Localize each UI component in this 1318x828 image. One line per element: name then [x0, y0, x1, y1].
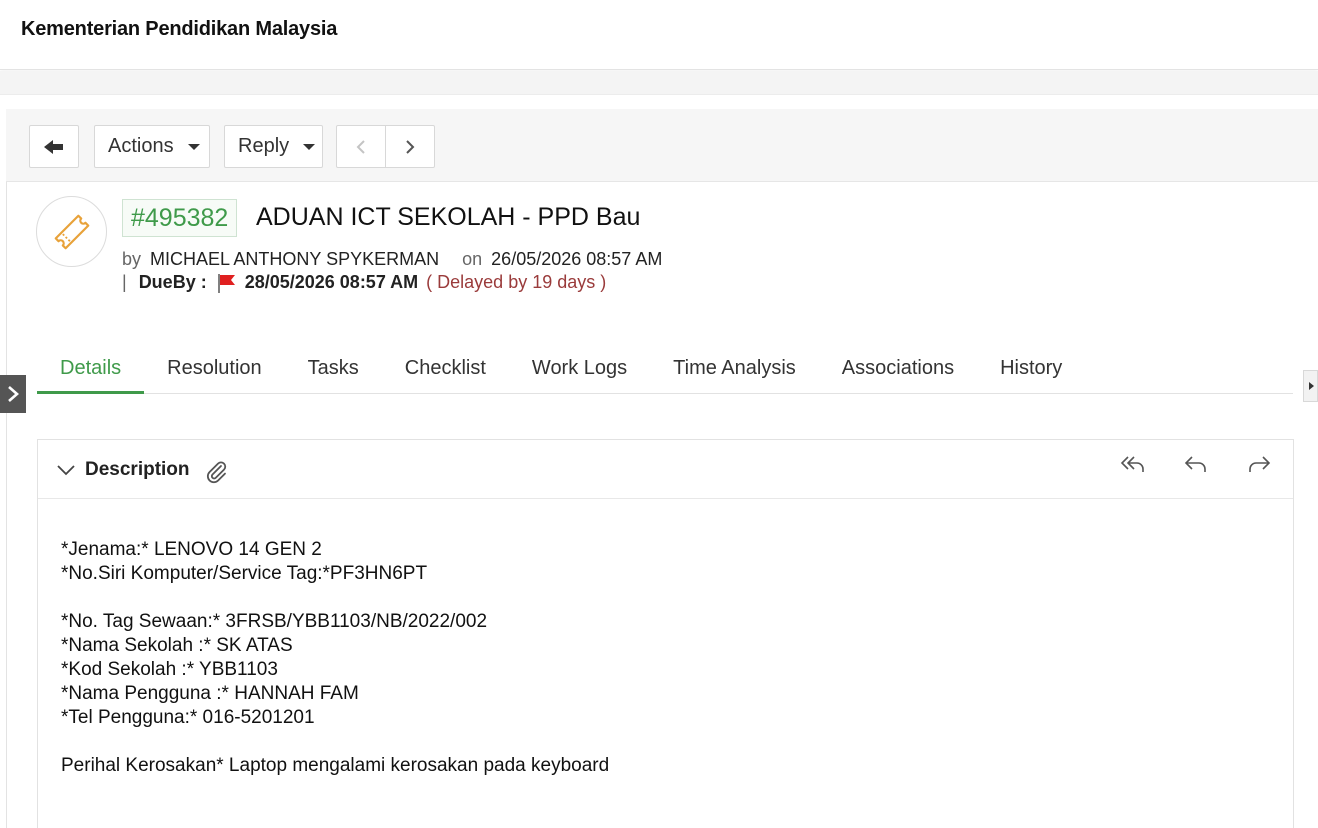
chevron-right-icon	[406, 139, 415, 154]
tab-work-logs[interactable]: Work Logs	[509, 345, 650, 394]
chevron-down-icon[interactable]	[56, 463, 76, 477]
attachment-icon[interactable]	[204, 459, 230, 485]
description-line: *Nama Pengguna :* HANNAH FAM	[61, 683, 359, 704]
description-line: *Nama Sekolah :* SK ATAS	[61, 635, 293, 656]
tab-resolution[interactable]: Resolution	[144, 345, 285, 394]
header-band	[0, 71, 1318, 95]
dueby-label: DueBy :	[138, 272, 207, 292]
ticket-pager	[336, 125, 435, 168]
chevron-right-icon	[8, 386, 19, 402]
description-line: *Kod Sekolah :* YBB1103	[61, 659, 278, 680]
reply-icon[interactable]	[1183, 454, 1209, 474]
ticket-avatar	[36, 196, 107, 267]
chevron-left-icon	[356, 139, 365, 154]
meta-separator: |	[122, 272, 127, 292]
description-line: *Tel Pengguna:* 016-5201201	[61, 707, 315, 728]
tab-time-analysis[interactable]: Time Analysis	[650, 345, 819, 394]
reply-button[interactable]: Reply	[224, 125, 323, 168]
description-line: *No.Siri Komputer/Service Tag:*PF3HN6PT	[61, 563, 428, 584]
by-label: by	[122, 249, 142, 269]
next-ticket-button[interactable]	[386, 126, 435, 167]
forward-icon[interactable]	[1246, 454, 1272, 474]
expand-right-panel-button[interactable]	[1303, 370, 1318, 402]
created-date: 26/05/2026 08:57 AM	[491, 249, 663, 269]
ticket-author[interactable]: MICHAEL ANTHONY SPYKERMAN	[150, 249, 439, 269]
org-name: Kementerian Pendidikan Malaysia	[21, 18, 338, 40]
description-line	[61, 586, 609, 610]
description-line: *Jenama:* LENOVO 14 GEN 2	[61, 539, 322, 560]
top-header: Kementerian Pendidikan Malaysia	[0, 0, 1318, 70]
caret-down-icon	[187, 143, 200, 150]
actions-label: Actions	[108, 135, 174, 157]
ticket-title: ADUAN ICT SEKOLAH - PPD Bau	[256, 203, 641, 231]
ticket-id[interactable]: #495382	[122, 199, 238, 237]
previous-ticket-button[interactable]	[337, 126, 386, 167]
reply-label: Reply	[238, 135, 290, 157]
tab-checklist[interactable]: Checklist	[382, 345, 509, 394]
back-arrow-icon	[44, 139, 63, 154]
tab-associations[interactable]: Associations	[819, 345, 977, 394]
ticket-due-meta: | DueBy : 28/05/2026 08:57 AM ( Delayed …	[122, 272, 606, 293]
description-section: Description *Jenama:* LENOVO 14 GEN 2 *N…	[37, 439, 1294, 828]
back-button[interactable]	[29, 125, 79, 168]
caret-right-icon	[1308, 382, 1314, 390]
description-line	[61, 730, 609, 754]
ticket-icon	[54, 214, 89, 249]
caret-down-icon	[303, 143, 316, 150]
actions-button[interactable]: Actions	[94, 125, 210, 168]
due-date: 28/05/2026 08:57 AM	[244, 272, 419, 292]
delay-status: ( Delayed by 19 days )	[426, 272, 607, 292]
ticket-tabs: Details Resolution Tasks Checklist Work …	[37, 345, 1293, 394]
description-body: *Jenama:* LENOVO 14 GEN 2 *No.Siri Kompu…	[61, 538, 609, 778]
reply-all-icon[interactable]	[1119, 454, 1145, 474]
tab-tasks[interactable]: Tasks	[285, 345, 382, 394]
flag-icon	[217, 273, 235, 293]
ticket-created-meta: by MICHAEL ANTHONY SPYKERMAN on 26/05/20…	[122, 249, 662, 270]
description-title: Description	[85, 459, 190, 480]
description-line: Perihal Kerosakan* Laptop mengalami kero…	[61, 755, 610, 776]
expand-left-panel-button[interactable]	[0, 375, 26, 413]
on-label: on	[462, 249, 483, 269]
tab-history[interactable]: History	[977, 345, 1085, 394]
description-header: Description	[38, 440, 1293, 499]
description-line: *No. Tag Sewaan:* 3FRSB/YBB1103/NB/2022/…	[61, 611, 488, 632]
tab-details[interactable]: Details	[37, 345, 145, 394]
